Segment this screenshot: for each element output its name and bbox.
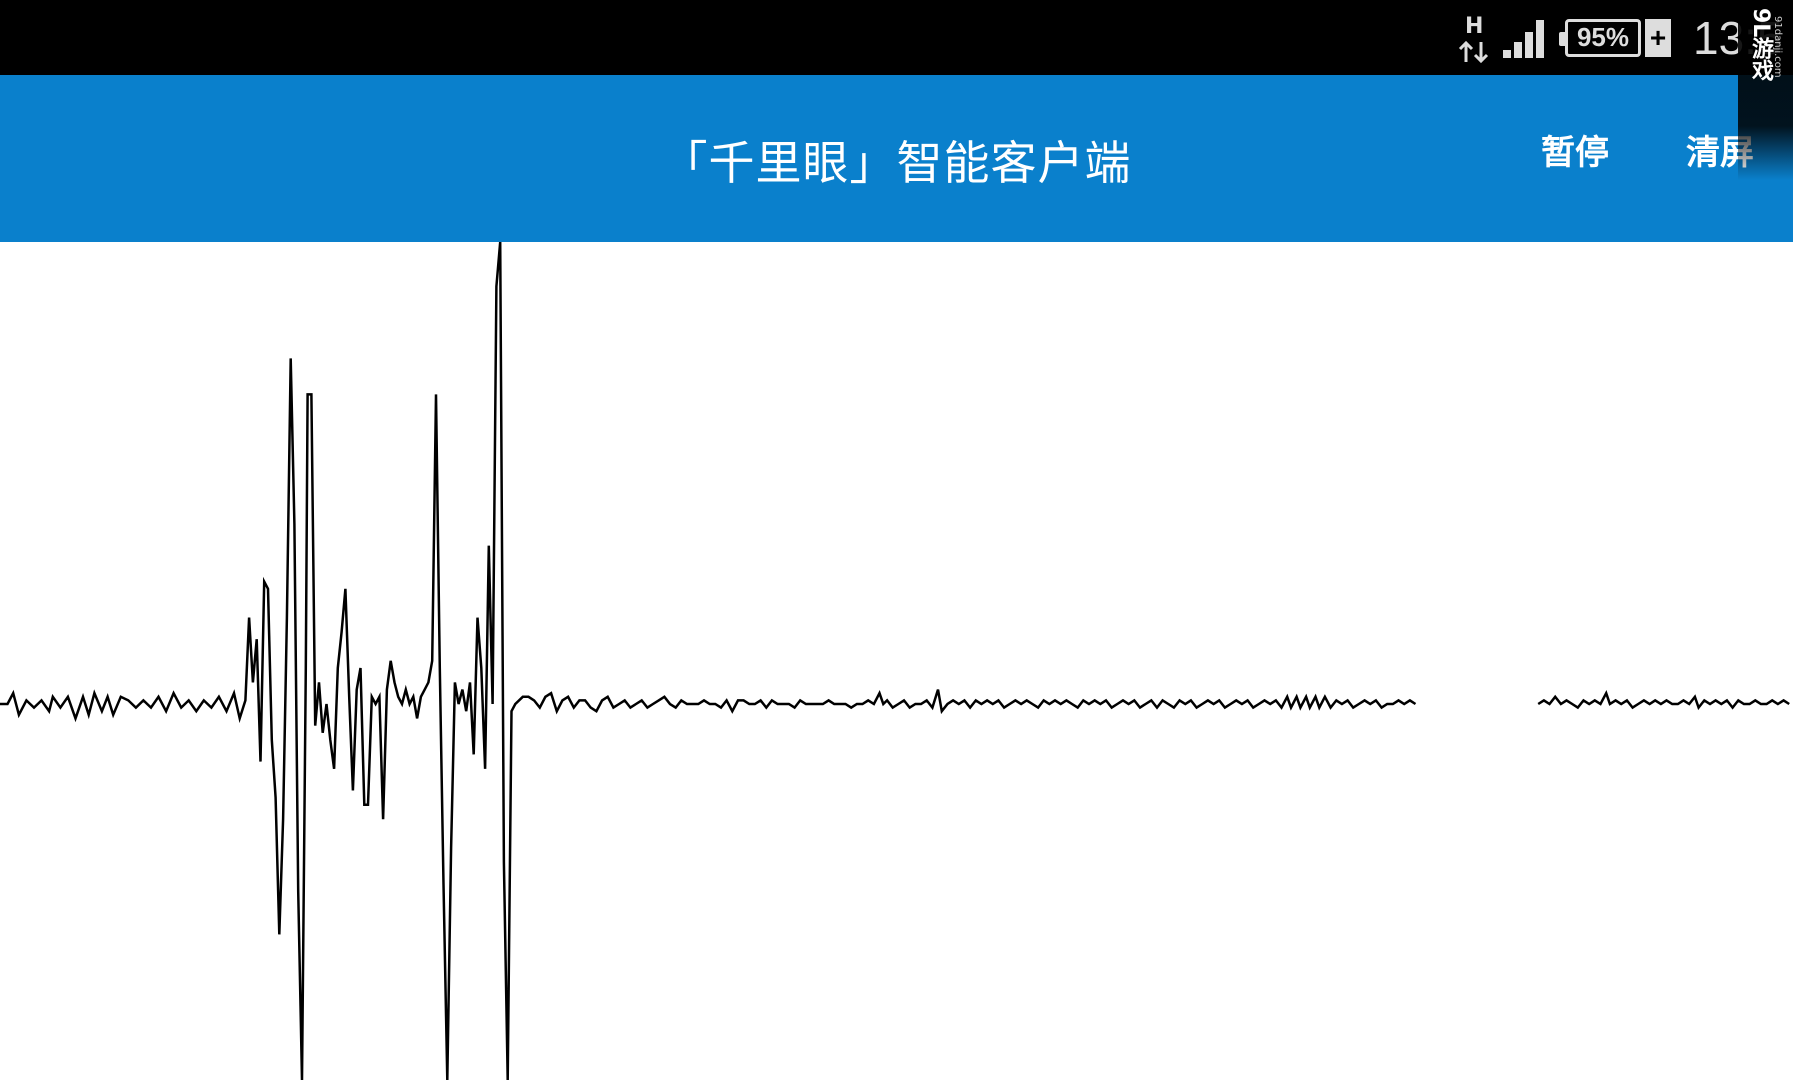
charging-icon: + bbox=[1645, 18, 1671, 57]
pause-button[interactable]: 暂停 bbox=[1541, 125, 1609, 174]
waveform-segment-0 bbox=[0, 241, 1417, 1081]
waveform-segment-1 bbox=[1537, 690, 1790, 711]
battery-indicator: 95% + bbox=[1559, 18, 1671, 57]
watermark-logo: 9L游戏 91danji.com bbox=[1738, 0, 1793, 180]
battery-percent: 95% bbox=[1576, 22, 1630, 52]
status-bar: H 95% + 13:5 bbox=[0, 0, 1793, 75]
waveform-chart bbox=[0, 241, 1790, 1081]
signal-strength-icon bbox=[1503, 19, 1544, 58]
watermark-subtext: 91danji.com bbox=[1772, 16, 1783, 78]
battery-icon: 95% bbox=[1559, 18, 1641, 57]
app-title: 「千里眼」智能客户端 bbox=[661, 136, 1132, 190]
network-type-label: H bbox=[1465, 13, 1484, 39]
data-transfer-arrows-icon bbox=[1458, 40, 1489, 63]
app-bar: 「千里眼」智能客户端 暂停 清屏 bbox=[0, 75, 1793, 242]
network-type-indicator: H bbox=[1455, 8, 1495, 68]
waveform-plot-area bbox=[0, 241, 1793, 1081]
watermark-text: 9L游戏 bbox=[1748, 8, 1773, 82]
